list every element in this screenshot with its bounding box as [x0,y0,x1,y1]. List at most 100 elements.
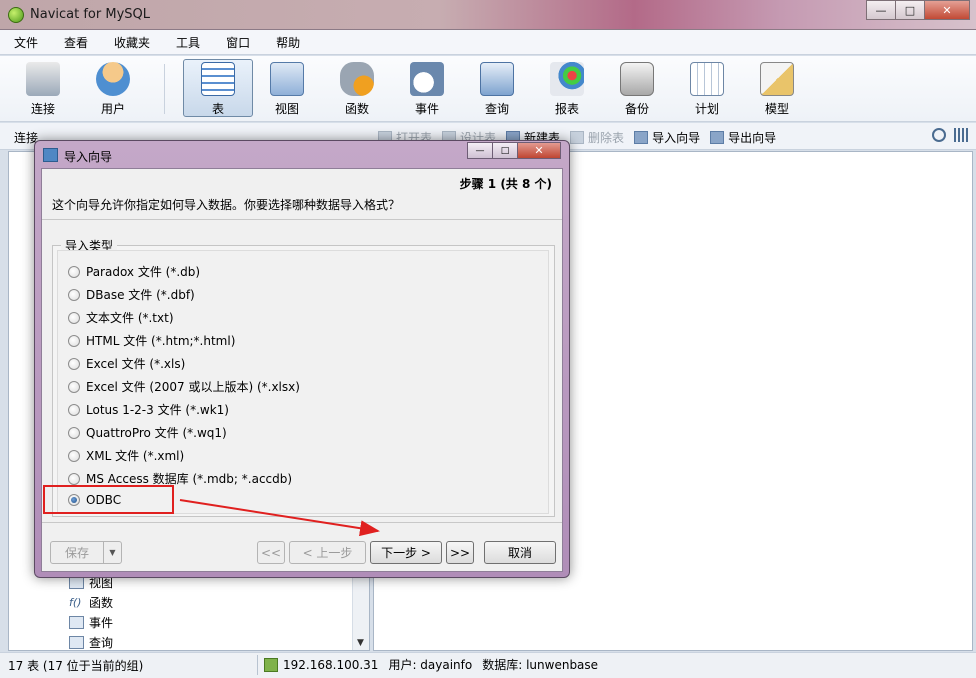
delete-table-label: 删除表 [588,131,625,145]
previous-button[interactable]: < 上一步 [289,541,366,564]
toolbar-label: 表 [211,102,224,116]
query-icon [69,636,84,649]
menu-bar: 文件 查看 收藏夹 工具 窗口 帮助 [0,30,976,55]
status-bar: 17 表 (17 位于当前的组) 192.168.100.31 用户: daya… [0,652,976,678]
export-wizard-button[interactable]: 导出向导 [710,129,776,146]
save-button-label: 保存 [64,546,89,560]
tree-item-label: 事件 [89,616,114,630]
dialog-window-controls: — □ ✕ [467,142,561,159]
import-wizard-icon [634,131,649,144]
window-title: Navicat for MySQL [30,7,150,22]
menu-tools[interactable]: 工具 [168,34,208,51]
radio-button[interactable] [68,403,80,416]
radio-button[interactable] [68,426,80,439]
menu-window[interactable]: 窗口 [218,34,258,51]
option-xml[interactable]: XML 文件 (*.xml) [68,447,184,464]
option-text[interactable]: 文本文件 (*.txt) [68,309,174,326]
radio-button[interactable] [68,334,80,347]
maximize-button[interactable]: □ [895,0,925,20]
toolbar-function-button[interactable]: 函数 [328,60,386,118]
import-wizard-button[interactable]: 导入向导 [634,129,700,146]
radio-button[interactable] [68,311,80,324]
option-label: Lotus 1-2-3 文件 (*.wk1) [86,403,229,417]
toolbar-user-button[interactable]: 用户 [84,60,142,118]
delete-table-button[interactable]: 删除表 [570,129,624,146]
cancel-button[interactable]: 取消 [484,541,556,564]
toolbar-label: 视图 [274,102,299,116]
menu-favorites[interactable]: 收藏夹 [106,34,158,51]
window-controls: — □ ✕ [866,0,970,20]
tree-item-queries[interactable]: 查询 [69,634,113,651]
title-bar: Navicat for MySQL — □ ✕ [0,0,976,30]
radio-button[interactable] [68,357,80,370]
menu-file[interactable]: 文件 [6,34,46,51]
dialog-title-bar[interactable]: 导入向导 — □ ✕ [35,141,569,167]
toolbar-table-button[interactable]: 表 [183,59,253,117]
dialog-maximize-button[interactable]: □ [492,142,518,159]
radio-button[interactable] [68,288,80,301]
next-button[interactable]: 下一步 > [370,541,442,564]
navicat-logo-icon [8,7,24,23]
option-html[interactable]: HTML 文件 (*.htm;*.html) [68,332,235,349]
option-label: QuattroPro 文件 (*.wq1) [86,426,227,440]
connection-icon [26,62,60,96]
option-label: HTML 文件 (*.htm;*.html) [86,334,236,348]
connection-status-icon [264,657,278,672]
toolbar-backup-button[interactable]: 备份 [608,60,666,118]
toolbar-label: 计划 [694,102,719,116]
status-user: 用户: dayainfo [388,658,473,672]
model-icon [760,62,794,96]
search-icon[interactable] [932,128,946,142]
backup-icon [620,62,654,96]
toolbar-event-button[interactable]: 事件 [398,60,456,118]
event-icon [410,62,444,96]
toolbar-label: 报表 [554,102,579,116]
report-icon [550,62,584,96]
tree-item-events[interactable]: 事件 [69,614,113,631]
toolbar-view-button[interactable]: 视图 [258,60,316,118]
radio-button[interactable] [68,449,80,462]
delete-table-icon [570,131,585,144]
option-label: Excel 文件 (2007 或以上版本) (*.xlsx) [86,380,300,394]
radio-button[interactable] [68,380,80,393]
view-icon [270,62,304,96]
toolbar-model-button[interactable]: 模型 [748,60,806,118]
save-button[interactable]: 保存 ▼ [50,541,122,564]
minimize-button[interactable]: — [866,0,896,20]
dialog-close-button[interactable]: ✕ [517,142,561,159]
toolbar-label: 用户 [100,102,125,116]
menu-help[interactable]: 帮助 [268,34,308,51]
close-button[interactable]: ✕ [924,0,970,20]
toolbar-label: 函数 [344,102,369,116]
scroll-down-icon[interactable]: ▼ [357,638,364,648]
radio-button[interactable] [68,472,80,485]
tree-item-functions[interactable]: f() 函数 [69,594,113,611]
option-excel-xls[interactable]: Excel 文件 (*.xls) [68,355,185,372]
dialog-title: 导入向导 [64,150,113,164]
dialog-minimize-button[interactable]: — [467,142,493,159]
toolbar-label: 事件 [414,102,439,116]
toolbar-schedule-button[interactable]: 计划 [678,60,736,118]
last-step-button[interactable]: >> [446,541,474,564]
radio-button[interactable] [68,265,80,278]
status-host: 192.168.100.31 [283,657,379,672]
toolbar-label: 备份 [624,102,649,116]
option-dbase[interactable]: DBase 文件 (*.dbf) [68,286,195,303]
option-label: Paradox 文件 (*.db) [86,265,201,279]
grid-view-icon[interactable] [954,128,968,142]
menu-view[interactable]: 查看 [56,34,96,51]
option-label: Excel 文件 (*.xls) [86,357,186,371]
option-paradox[interactable]: Paradox 文件 (*.db) [68,263,200,280]
event-icon [69,616,84,629]
toolbar-report-button[interactable]: 报表 [538,60,596,118]
first-step-button[interactable]: << [257,541,285,564]
toolbar-connection-button[interactable]: 连接 [14,60,72,118]
chevron-down-icon[interactable]: ▼ [103,542,121,563]
toolbar-label: 连接 [30,102,55,116]
user-icon [96,62,130,96]
option-excel-xlsx[interactable]: Excel 文件 (2007 或以上版本) (*.xlsx) [68,378,300,395]
option-lotus[interactable]: Lotus 1-2-3 文件 (*.wk1) [68,401,229,418]
status-divider [257,655,258,675]
toolbar-query-button[interactable]: 查询 [468,60,526,118]
option-quattropro[interactable]: QuattroPro 文件 (*.wq1) [68,424,227,441]
